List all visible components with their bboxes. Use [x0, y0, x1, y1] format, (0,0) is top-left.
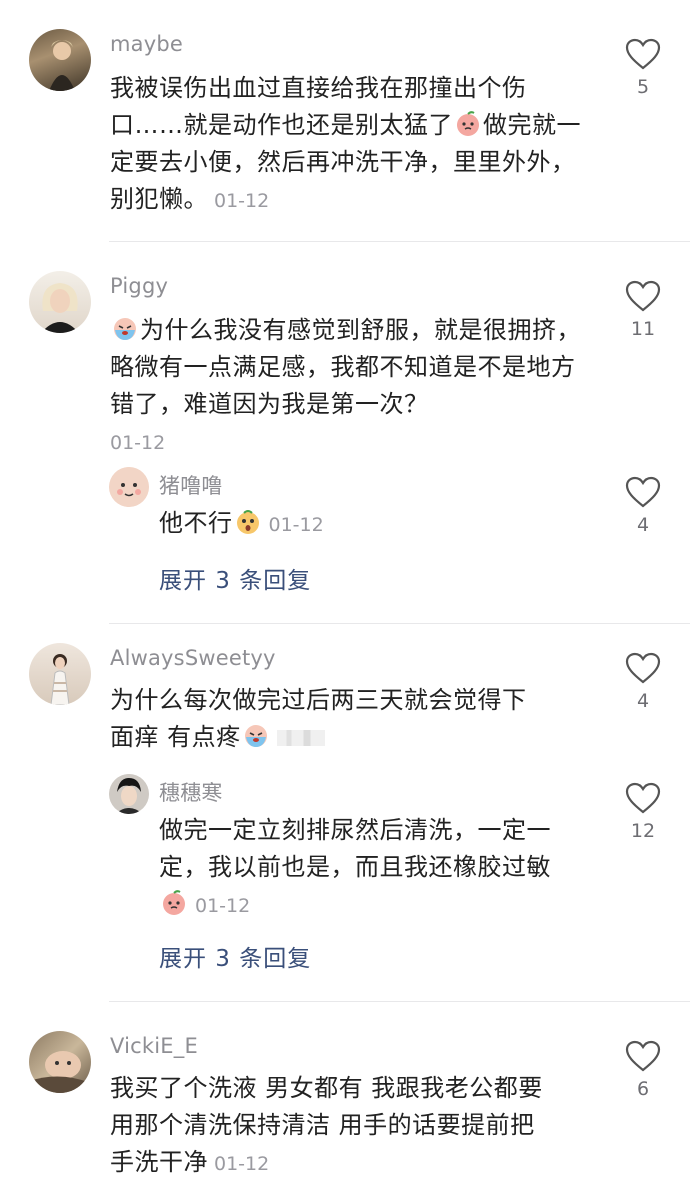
comment-text: 做完一定立刻排尿然后清洗，一定一 定，我以前也是，而且我还橡胶过敏 01-12	[159, 812, 599, 925]
like-count: 5	[636, 76, 650, 98]
blurred-content	[276, 730, 325, 746]
like-button[interactable]: 6	[623, 1040, 663, 1100]
heart-icon	[625, 1040, 661, 1072]
avatar[interactable]	[109, 467, 149, 507]
timestamp: 01-12	[268, 514, 324, 536]
peach-face-emoji	[163, 890, 185, 915]
comment-text-part: 面痒 有点疼	[110, 723, 241, 751]
heart-icon	[625, 652, 661, 684]
like-count: 11	[630, 318, 656, 340]
heart-icon	[625, 782, 661, 814]
username[interactable]: AlwaysSweetyy	[110, 646, 276, 670]
comment-text-part: 为什么我没有感觉到舒服，就是很拥挤，略微有一点满足感，我都不知道是不是地方错了，…	[110, 316, 581, 418]
avatar[interactable]	[29, 1031, 91, 1093]
username[interactable]: maybe	[110, 32, 183, 56]
heart-icon	[625, 38, 661, 70]
divider	[109, 241, 690, 242]
shocked-face-emoji	[236, 510, 259, 534]
username[interactable]: 猪噜噜	[159, 470, 223, 500]
comment-text: 我买了个洗液 男女都有 我跟我老公都要 用那个清洗保持清洁 用手的话要提前把 手洗干…	[110, 1070, 600, 1183]
username[interactable]: 穗穗寒	[159, 777, 223, 807]
comment-text-part: 为什么每次做完过后两三天就会觉得下	[110, 686, 527, 714]
comment-text: 为什么每次做完过后两三天就会觉得下 面痒 有点疼	[110, 682, 600, 756]
comment-text-part: 他不行	[159, 509, 233, 537]
divider	[109, 1001, 690, 1002]
timestamp: 01-12	[110, 432, 166, 454]
avatar[interactable]	[109, 774, 149, 814]
like-button[interactable]: 12	[623, 782, 663, 842]
divider	[109, 623, 690, 624]
like-button[interactable]: 4	[623, 652, 663, 712]
avatar[interactable]	[29, 643, 91, 705]
avatar[interactable]	[29, 29, 91, 91]
like-button[interactable]: 5	[623, 38, 663, 98]
like-count: 6	[636, 1078, 650, 1100]
avatar[interactable]	[29, 271, 91, 333]
crying-face-emoji	[114, 318, 136, 340]
crying-face-emoji	[244, 725, 267, 747]
timestamp: 01-12	[214, 190, 270, 212]
comment-text-part: 手洗干净	[110, 1148, 208, 1176]
comment-text: 他不行 01-12	[159, 505, 589, 544]
comment-text: 我被误伤出血过直接给我在那撞出个伤口……就是动作也还是别太猛了 做完就一定要去小便…	[110, 70, 590, 220]
expand-replies-link[interactable]: 展开 3 条回复	[159, 561, 311, 595]
like-count: 4	[636, 514, 650, 536]
heart-icon	[625, 280, 661, 312]
username[interactable]: Piggy	[110, 274, 168, 298]
username[interactable]: VickiE_E	[110, 1034, 198, 1058]
peach-face-emoji	[457, 111, 479, 136]
like-button[interactable]: 11	[623, 280, 663, 340]
comment-text-part: 做完一定立刻排尿然后清洗，一定一	[159, 816, 551, 844]
comment-text-part: 定，我以前也是，而且我还橡胶过敏	[159, 853, 551, 881]
comment-text-part: 用那个清洗保持清洁 用手的话要提前把	[110, 1111, 535, 1139]
like-count: 4	[636, 690, 650, 712]
expand-replies-link[interactable]: 展开 3 条回复	[159, 939, 311, 973]
comment-text-part: 我买了个洗液 男女都有 我跟我老公都要	[110, 1074, 543, 1102]
heart-icon	[625, 476, 661, 508]
comment-text: 为什么我没有感觉到舒服，就是很拥挤，略微有一点满足感，我都不知道是不是地方错了，…	[110, 312, 590, 462]
like-count: 12	[630, 820, 656, 842]
timestamp: 01-12	[214, 1153, 270, 1175]
timestamp: 01-12	[195, 895, 251, 917]
like-button[interactable]: 4	[623, 476, 663, 536]
